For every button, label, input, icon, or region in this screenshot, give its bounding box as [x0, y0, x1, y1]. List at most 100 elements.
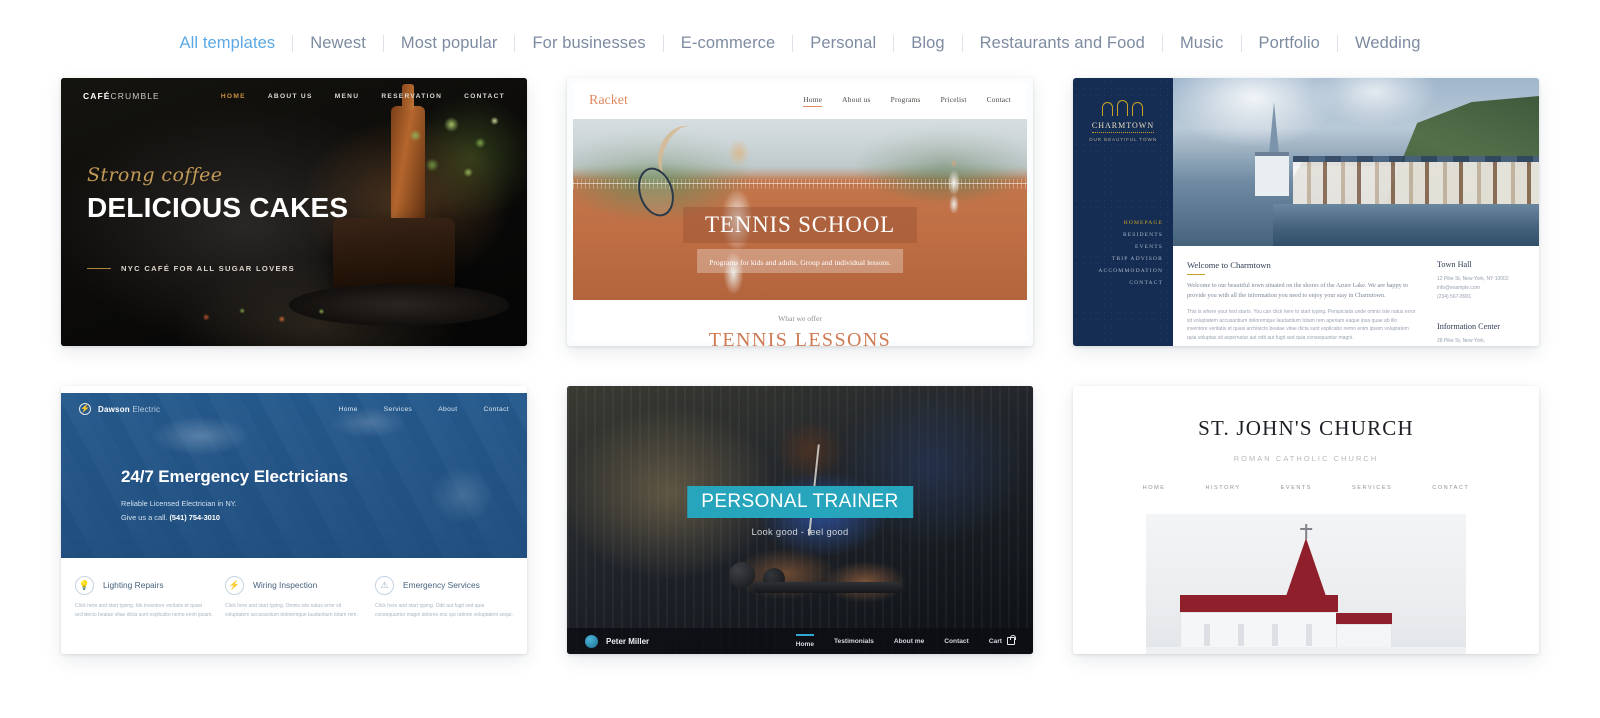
charm-menu-trip-advisor[interactable]: TRIP ADVISOR — [1073, 256, 1163, 262]
dawson-logo-bold: Dawson — [98, 404, 130, 414]
trainer-menu-home[interactable]: Home — [795, 634, 815, 648]
racket-hero-photo: TENNIS SCHOOL Programs for kids and adul… — [573, 119, 1027, 300]
racket-menu-programs[interactable]: Programs — [891, 95, 921, 107]
dawson-logo-light: Electric — [132, 404, 161, 414]
dumbbell-prop-left — [729, 562, 755, 588]
trainer-menu-contact[interactable]: Contact — [944, 638, 969, 645]
dawson-menu-services[interactable]: Services — [384, 406, 412, 413]
cafe-rule-divider — [87, 268, 111, 269]
dawson-menu-about[interactable]: About — [438, 406, 457, 413]
template-card-racket-tennis[interactable]: Racket Home About us Programs Pricelist … — [567, 78, 1033, 346]
racket-menu-about-us[interactable]: About us — [842, 95, 871, 107]
template-grid: CAFÉCRUMBLE HOME ABOUT US MENU RESERVATI… — [0, 78, 1600, 654]
cafe-menu-contact[interactable]: CONTACT — [464, 93, 505, 100]
church-hero-photo — [1146, 514, 1466, 654]
church-spire-shape — [1269, 102, 1279, 154]
aside-address-town-hall: 12 Pike St, New York, NY 10002 — [1437, 276, 1509, 283]
racket-header: Racket Home About us Programs Pricelist … — [573, 83, 1027, 119]
trainer-footer-nav: Peter Miller Home Testimonials About me … — [567, 628, 1033, 654]
cafe-logo-bold: CAFÉ — [83, 91, 111, 101]
cafe-menu-reservation[interactable]: RESERVATION — [381, 93, 442, 100]
dawson-feature-title: Wiring Inspection — [253, 580, 318, 591]
charmtown-logo[interactable]: CHARMTOWN — [1091, 121, 1155, 133]
template-card-cafe-crumble[interactable]: CAFÉCRUMBLE HOME ABOUT US MENU RESERVATI… — [61, 78, 527, 346]
charm-menu-events[interactable]: EVENTS — [1073, 244, 1163, 250]
bolt-icon: ⚡ — [79, 403, 91, 415]
church-menu-history[interactable]: HISTORY — [1205, 485, 1240, 491]
charm-menu-homepage[interactable]: HOMEPAGE — [1073, 220, 1163, 226]
filter-for-businesses[interactable]: For businesses — [515, 35, 662, 52]
charmtown-body: This is where your text starts. You can … — [1187, 309, 1416, 341]
dawson-feature-emergency-services[interactable]: ⚠ Emergency Services Click here and star… — [375, 576, 513, 620]
shopping-bag-icon — [1007, 635, 1016, 645]
dawson-feature-lighting-repairs[interactable]: 💡 Lighting Repairs Click here and start … — [75, 576, 213, 620]
church-windows — [1190, 624, 1330, 646]
cafe-menu-home[interactable]: HOME — [221, 93, 246, 100]
dawson-hero-photo: ⚡ Dawson Electric Home Services About Co… — [61, 393, 527, 558]
church-subtitle: ROMAN CATHOLIC CHURCH — [1233, 454, 1379, 463]
template-card-charmtown[interactable]: CHARMTOWN OUR BEAUTIFUL TOWN HOMEPAGE RE… — [1073, 78, 1539, 346]
alert-icon: ⚠ — [375, 576, 394, 595]
filter-most-popular[interactable]: Most popular — [384, 35, 515, 52]
filter-portfolio[interactable]: Portfolio — [1242, 35, 1337, 52]
racket-hero-subbanner: Programs for kids and adults. Group and … — [697, 249, 903, 273]
dawson-sub-line2: Give us a call. — [121, 512, 170, 522]
dawson-menu-home[interactable]: Home — [339, 406, 358, 413]
template-card-st-johns-church[interactable]: ST. JOHN'S CHURCH ROMAN CATHOLIC CHURCH … — [1073, 386, 1539, 654]
cafe-logo[interactable]: CAFÉCRUMBLE — [83, 91, 160, 101]
filter-restaurants-and-food[interactable]: Restaurants and Food — [963, 35, 1162, 52]
racket-menu-contact[interactable]: Contact — [987, 95, 1011, 107]
trainer-logo-name[interactable]: Peter Miller — [606, 637, 649, 646]
racket-section-title: TENNIS LESSONS — [708, 329, 892, 346]
cafe-menu-menu[interactable]: MENU — [335, 93, 360, 100]
template-card-personal-trainer[interactable]: PERSONAL TRAINER Look good - feel good P… — [567, 386, 1033, 654]
dawson-sub-line1: Reliable Licensed Electrician in NY. — [121, 499, 237, 508]
cafe-tagline-row: NYC CAFÉ FOR ALL SUGAR LOVERS — [87, 264, 348, 273]
filter-ecommerce[interactable]: E-commerce — [664, 35, 793, 52]
racket-menu-home[interactable]: Home — [803, 95, 823, 107]
tennis-opponent — [943, 159, 965, 213]
filter-newest[interactable]: Newest — [293, 35, 383, 52]
racket-logo[interactable]: Racket — [589, 93, 628, 109]
church-menu-events[interactable]: EVENTS — [1281, 485, 1312, 491]
plug-icon: ⚡ — [225, 576, 244, 595]
dawson-logo[interactable]: Dawson Electric — [98, 405, 160, 414]
dawson-feature-wiring-inspection[interactable]: ⚡ Wiring Inspection Click here and start… — [225, 576, 363, 620]
church-menu-services[interactable]: SERVICES — [1352, 485, 1392, 491]
filter-blog[interactable]: Blog — [894, 35, 961, 52]
cafe-headline: DELICIOUS CAKES — [87, 192, 349, 223]
lightbulb-icon: 💡 — [75, 576, 94, 595]
dawson-menu: Home Services About Contact — [339, 406, 509, 413]
church-menu-contact[interactable]: CONTACT — [1432, 485, 1469, 491]
trainer-cart-label: Cart — [988, 637, 1002, 645]
trainer-menu-testimonials[interactable]: Testimonials — [834, 638, 874, 645]
dawson-feature-body: Click here and start typing. Odit aut fu… — [375, 603, 513, 618]
trainer-cart-button[interactable]: Cart — [988, 635, 1016, 645]
aside-phone-town-hall: (234) 567-8901 — [1437, 293, 1472, 300]
dawson-header: ⚡ Dawson Electric Home Services About Co… — [61, 403, 527, 415]
charm-menu-residents[interactable]: RESIDENTS — [1073, 232, 1163, 238]
charm-menu-accommodation[interactable]: ACCOMMODATION — [1073, 268, 1163, 274]
dawson-menu-contact[interactable]: Contact — [483, 406, 509, 413]
dawson-subline: Reliable Licensed Electrician in NY. Giv… — [121, 497, 348, 524]
cafe-hero: Strong coffee DELICIOUS CAKES NYC CAFÉ F… — [87, 164, 348, 273]
trainer-menu-about-me[interactable]: About me — [894, 638, 924, 645]
filter-music[interactable]: Music — [1163, 35, 1241, 52]
racket-menu-pricelist[interactable]: Pricelist — [941, 95, 967, 107]
cafe-menu-about-us[interactable]: ABOUT US — [268, 93, 313, 100]
cafe-garnish-prop — [181, 298, 361, 330]
charmtown-hero-photo — [1173, 78, 1539, 246]
dawson-phone[interactable]: (541) 754-3010 — [169, 513, 220, 522]
filter-wedding[interactable]: Wedding — [1338, 35, 1438, 52]
trainer-menu: Home Testimonials About me Contact Cart — [795, 634, 1016, 648]
filter-personal[interactable]: Personal — [793, 35, 893, 52]
cafe-header: CAFÉCRUMBLE HOME ABOUT US MENU RESERVATI… — [61, 91, 527, 101]
trainer-logo-icon — [585, 634, 598, 648]
church-menu-home[interactable]: HOME — [1143, 485, 1166, 491]
aside-email-town-hall: info@example.com — [1437, 285, 1480, 291]
church-menu: HOME HISTORY EVENTS SERVICES CONTACT — [1073, 485, 1539, 491]
filter-all-templates[interactable]: All templates — [163, 35, 293, 52]
template-card-dawson-electric[interactable]: ⚡ Dawson Electric Home Services About Co… — [61, 386, 527, 654]
charm-menu-contact[interactable]: CONTACT — [1073, 280, 1163, 286]
cafe-script-text: Strong coffee — [87, 164, 223, 186]
